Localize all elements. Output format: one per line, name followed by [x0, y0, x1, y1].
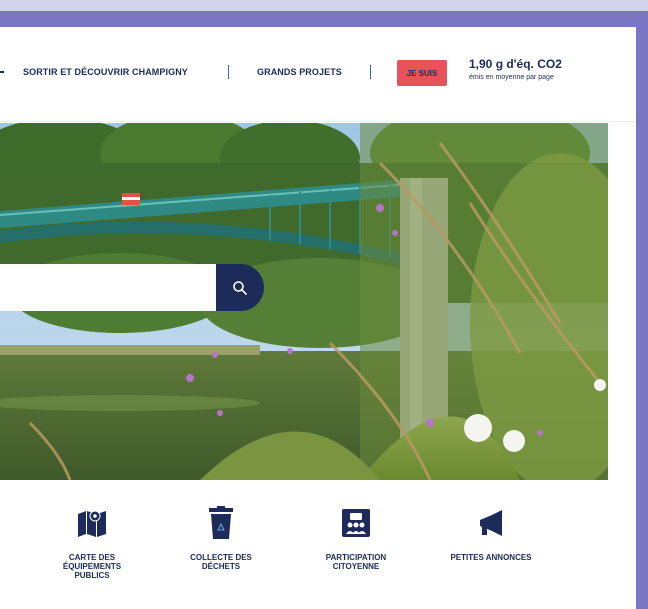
nav-separator	[370, 65, 371, 79]
je-suis-button[interactable]: JE SUIS	[397, 60, 447, 86]
nav-separator	[228, 65, 229, 79]
quick-link-label: PETITES ANNONCES	[450, 553, 532, 562]
search-icon	[233, 280, 247, 295]
quick-link-collecte-dechets[interactable]: COLLECTE DES DÉCHETS	[166, 505, 276, 571]
site-header: SORTIR ET DÉCOUVRIR CHAMPIGNY GRANDS PRO…	[0, 27, 636, 122]
page: SORTIR ET DÉCOUVRIR CHAMPIGNY GRANDS PRO…	[0, 27, 636, 609]
quick-link-participation-citoyenne[interactable]: PARTICIPATION CITOYENNE	[301, 505, 411, 571]
nav-link-sortir-decouvrir[interactable]: SORTIR ET DÉCOUVRIR CHAMPIGNY	[23, 67, 188, 77]
quick-link-petites-annonces[interactable]: PETITES ANNONCES	[436, 505, 546, 562]
quick-link-label: COLLECTE DES DÉCHETS	[190, 553, 252, 571]
top-strip	[0, 0, 648, 11]
quick-link-label: CARTE DES ÉQUIPEMENTS PUBLICS	[62, 553, 122, 580]
megaphone-icon	[473, 505, 509, 541]
quick-link-label: PARTICIPATION CITOYENNE	[325, 553, 387, 571]
map-icon	[74, 505, 110, 541]
nav-link-grands-projets[interactable]: GRANDS PROJETS	[257, 67, 342, 77]
search-input[interactable]	[0, 264, 216, 311]
hero-banner	[0, 123, 608, 480]
co2-value: 1,90 g d'éq. CO2	[469, 57, 562, 71]
nav-separator	[0, 71, 4, 73]
search-button[interactable]	[216, 264, 264, 311]
quick-link-carte-equipements[interactable]: CARTE DES ÉQUIPEMENTS PUBLICS	[37, 505, 147, 580]
recycling-bin-icon	[203, 505, 239, 541]
co2-caption: émis en moyenne par page	[469, 74, 554, 81]
citizen-participation-icon	[338, 505, 374, 541]
